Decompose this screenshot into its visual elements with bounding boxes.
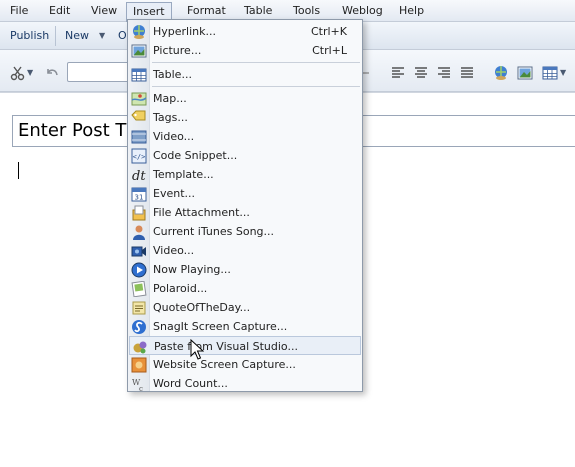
menu-item-label: Video...	[153, 244, 195, 257]
undo-icon[interactable]	[44, 65, 60, 81]
menu-weblog[interactable]: Weblog	[336, 3, 389, 19]
insert-code-snippet-item[interactable]: </> Code Snippet...	[129, 146, 361, 165]
calendar-icon: 31	[131, 187, 147, 202]
insert-picture-item[interactable]: Picture... Ctrl+L	[129, 41, 361, 60]
insert-polaroid-item[interactable]: Polaroid...	[129, 279, 361, 298]
insert-video-capture-item[interactable]: Video...	[129, 241, 361, 260]
svg-text:</>: </>	[133, 153, 146, 161]
post-title-placeholder: Enter Post T	[18, 120, 127, 141]
chevron-down-icon[interactable]: ▼	[560, 68, 575, 84]
chevron-down-icon[interactable]: ▼	[27, 68, 43, 84]
menu-item-label: Current iTunes Song...	[153, 225, 275, 238]
menu-item-label: Hyperlink...	[153, 25, 216, 38]
menu-item-label: Polaroid...	[153, 282, 208, 295]
play-icon	[131, 262, 147, 278]
svg-text:31: 31	[135, 194, 144, 202]
tags-icon	[131, 110, 146, 121]
menu-item-label: Event...	[153, 187, 196, 200]
menu-item-label: Code Snippet...	[153, 149, 238, 162]
website-capture-icon	[131, 357, 147, 373]
video-camera-icon	[131, 246, 146, 257]
picture-icon	[131, 44, 147, 58]
menu-item-label: QuoteOfTheDay...	[153, 301, 251, 314]
itunes-icon	[133, 225, 145, 240]
insert-video-item[interactable]: Video...	[129, 127, 361, 146]
menu-item-label: Map...	[153, 92, 187, 105]
menu-item-label: Table...	[153, 68, 192, 81]
menu-table[interactable]: Table	[238, 3, 278, 19]
table-icon	[131, 68, 147, 82]
hyperlink-icon	[133, 25, 145, 39]
table-icon[interactable]	[542, 65, 558, 81]
align-left-icon[interactable]	[390, 65, 406, 81]
menu-item-label: Now Playing...	[153, 263, 231, 276]
word-count-icon: W c	[132, 378, 143, 392]
insert-file-attachment-item[interactable]: File Attachment...	[129, 203, 361, 222]
insert-table-item[interactable]: Table...	[129, 65, 361, 84]
menu-tools[interactable]: Tools	[287, 3, 326, 19]
insert-template-item[interactable]: dt Template...	[129, 165, 361, 184]
insert-quote-item[interactable]: QuoteOfTheDay...	[129, 298, 361, 317]
quote-icon	[132, 301, 146, 315]
new-button[interactable]: New	[65, 28, 89, 44]
menu-edit[interactable]: Edit	[43, 3, 76, 19]
insert-snagit-item[interactable]: SnagIt Screen Capture...	[129, 317, 361, 336]
insert-now-playing-item[interactable]: Now Playing...	[129, 260, 361, 279]
align-right-icon[interactable]	[436, 65, 452, 81]
menu-separator	[152, 86, 360, 87]
insert-tags-item[interactable]: Tags...	[129, 108, 361, 127]
menu-item-shortcut: Ctrl+L	[312, 44, 347, 57]
menu-item-label: SnagIt Screen Capture...	[153, 320, 288, 333]
menu-item-label: Video...	[153, 130, 195, 143]
file-attachment-icon	[132, 205, 146, 221]
text-caret	[18, 162, 19, 179]
chevron-down-icon[interactable]: ▼	[99, 28, 105, 44]
menu-item-label: Website Screen Capture...	[153, 358, 296, 371]
publish-button[interactable]: Publish	[10, 28, 49, 44]
svg-text:c: c	[139, 385, 143, 392]
menu-view[interactable]: View	[85, 3, 123, 19]
justify-icon[interactable]	[459, 65, 475, 81]
menu-separator	[152, 62, 360, 63]
map-icon	[131, 92, 147, 106]
snagit-icon	[132, 320, 146, 334]
video-icon	[131, 130, 147, 144]
insert-word-count-item[interactable]: W c Word Count...	[129, 374, 361, 393]
cut-icon[interactable]	[10, 65, 26, 81]
insert-event-item[interactable]: 31 Event...	[129, 184, 361, 203]
mouse-pointer-icon	[190, 339, 204, 360]
hyperlink-icon[interactable]	[493, 65, 509, 81]
insert-paste-visual-studio-item[interactable]: Paste from Visual Studio...	[129, 336, 361, 355]
align-center-icon[interactable]	[413, 65, 429, 81]
menu-item-label: Picture...	[153, 44, 202, 57]
picture-icon[interactable]	[517, 65, 533, 81]
insert-map-item[interactable]: Map...	[129, 89, 361, 108]
polaroid-icon	[131, 281, 147, 297]
toolbar-divider	[55, 26, 56, 46]
menu-item-label: Word Count...	[153, 377, 228, 390]
template-icon: dt	[132, 169, 146, 183]
insert-website-capture-item[interactable]: Website Screen Capture...	[129, 355, 361, 374]
menu-item-label: Tags...	[153, 111, 188, 124]
insert-hyperlink-item[interactable]: Hyperlink... Ctrl+K	[129, 22, 361, 41]
menu-file[interactable]: File	[4, 3, 34, 19]
code-snippet-icon: </>	[131, 148, 147, 164]
font-family-select[interactable]	[67, 62, 129, 82]
menu-item-shortcut: Ctrl+K	[310, 25, 347, 38]
menu-item-label: File Attachment...	[153, 206, 250, 219]
menu-item-label: Paste from Visual Studio...	[154, 340, 298, 353]
visual-studio-icon	[133, 341, 147, 354]
insert-menu: Hyperlink... Ctrl+K Picture... Ctrl+L Ta…	[127, 19, 363, 392]
menu-format[interactable]: Format	[181, 3, 232, 19]
insert-itunes-item[interactable]: Current iTunes Song...	[129, 222, 361, 241]
menu-help[interactable]: Help	[393, 3, 430, 19]
menu-item-label: Template...	[153, 168, 214, 181]
svg-text:dt: dt	[132, 169, 146, 183]
open-button[interactable]: O	[118, 28, 127, 44]
